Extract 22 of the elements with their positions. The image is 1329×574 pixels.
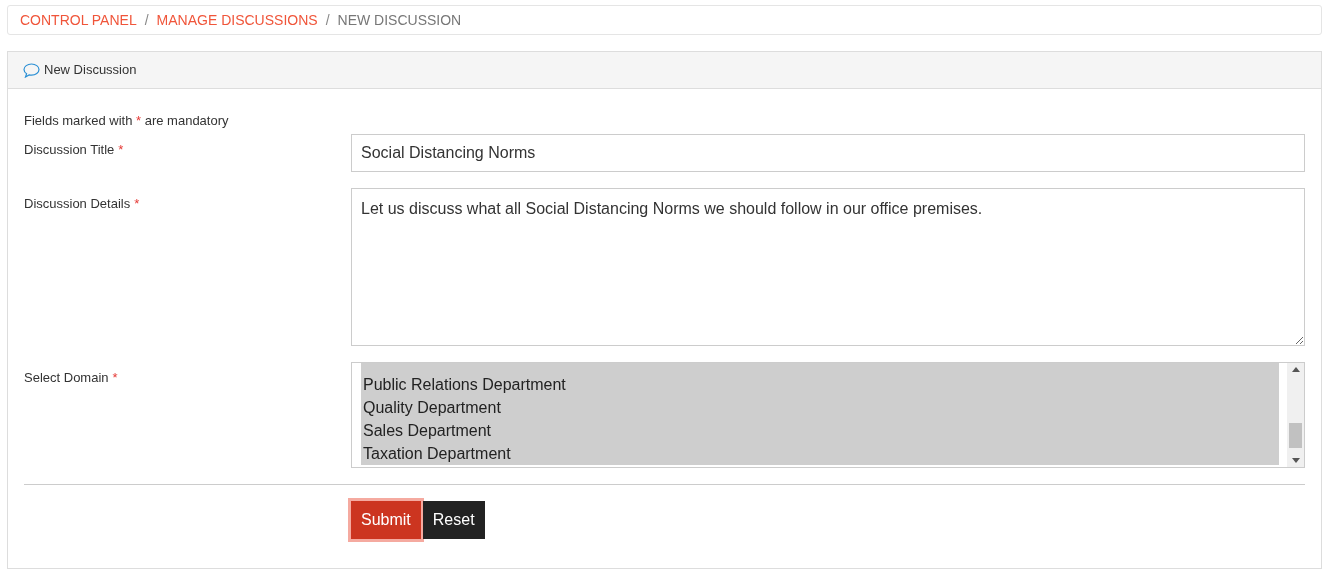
breadcrumb-current: NEW DISCUSSION: [337, 10, 462, 30]
field-label: Select Domain: [24, 370, 109, 385]
required-marker: *: [118, 142, 124, 157]
details-textarea[interactable]: Let us discuss what all Social Distancing Norms we should follow in our office premises.: [351, 188, 1305, 346]
scroll-down-icon[interactable]: [1291, 458, 1300, 463]
domain-listbox[interactable]: Public Relations Department Quality Department Sales Department Taxation Department: [351, 362, 1305, 468]
reset-button[interactable]: Reset: [422, 501, 485, 539]
mandatory-note: Fields marked with * are mandatory: [24, 112, 230, 130]
scroll-thumb[interactable]: [1289, 423, 1302, 448]
required-marker: *: [134, 196, 140, 211]
field-label: Discussion Title: [24, 142, 115, 157]
submit-button[interactable]: Submit: [351, 501, 421, 539]
speech-bubble-icon: [23, 62, 40, 78]
breadcrumb-separator: /: [144, 10, 149, 30]
panel-title: New Discussion: [44, 61, 137, 80]
breadcrumb-link[interactable]: CONTROL PANEL: [20, 9, 137, 31]
breadcrumb-link[interactable]: MANAGE DISCUSSIONS: [156, 9, 318, 31]
scroll-up-icon[interactable]: [1291, 367, 1300, 372]
title-input[interactable]: Social Distancing Norms: [351, 134, 1305, 172]
breadcrumb-separator: /: [325, 10, 330, 30]
required-marker: *: [112, 370, 118, 385]
field-label: Discussion Details: [24, 196, 131, 211]
